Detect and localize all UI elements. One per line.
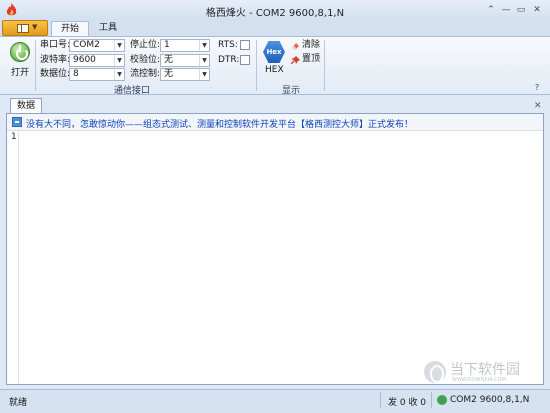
- announcement-icon: [12, 117, 22, 127]
- parity-label: 校验位:: [130, 55, 161, 65]
- line-gutter: [7, 131, 19, 384]
- chevron-down-icon: ▼: [114, 40, 124, 51]
- ribbon-separator: [324, 40, 325, 91]
- ribbon-collapse-button[interactable]: ⌃: [484, 4, 498, 16]
- close-icon[interactable]: ✕: [534, 101, 542, 111]
- hex-button-label[interactable]: HEX: [265, 65, 284, 75]
- ribbon-separator: [35, 40, 36, 91]
- watermark-logo-icon: [424, 361, 446, 383]
- close-button[interactable]: ✕: [530, 4, 544, 16]
- data-panel[interactable]: [6, 113, 544, 385]
- stopbits-label: 停止位:: [130, 40, 161, 50]
- status-separator: [431, 392, 432, 408]
- chevron-down-icon: ▼: [114, 69, 124, 80]
- watermark-url: WWW.DOWNXIA.COM: [452, 377, 506, 383]
- baud-label: 波特率:: [40, 55, 71, 65]
- minimize-button[interactable]: —: [499, 4, 513, 16]
- serial-group-label: 通信接口: [114, 86, 151, 96]
- rts-checkbox[interactable]: [240, 40, 250, 50]
- open-button-label[interactable]: 打开: [11, 65, 29, 78]
- databits-label: 数据位:: [40, 69, 71, 79]
- eraser-icon: [292, 43, 299, 50]
- announcement-link[interactable]: 没有大不同，怎敢惊动你——组态式测试、测量和控制软件开发平台【格西测控大师】正式…: [26, 117, 413, 130]
- ribbon-separator: [256, 40, 257, 91]
- tab-data[interactable]: 数据: [10, 98, 43, 113]
- maximize-button[interactable]: ▭: [514, 4, 528, 16]
- status-ready: 就绪: [9, 398, 28, 408]
- window-title: 格西烽火 - COM2 9600,8,1,N: [205, 8, 345, 19]
- status-separator: [380, 392, 381, 408]
- rts-label: RTS:: [218, 40, 238, 50]
- pin-icon: [291, 56, 300, 64]
- status-port: COM2 9600,8,1,N: [450, 395, 530, 405]
- chevron-down-icon: ▼: [199, 55, 209, 66]
- watermark-text: 当下软件园: [450, 362, 520, 378]
- dtr-checkbox[interactable]: [240, 55, 250, 65]
- port-label: 串口号:: [40, 40, 71, 50]
- stopbits-select[interactable]: 1 ▼: [160, 39, 210, 52]
- status-tx-rx: 发 0 收 0: [388, 398, 427, 408]
- chevron-down-icon: ▼: [114, 55, 124, 66]
- databits-select[interactable]: 8 ▼: [69, 68, 125, 81]
- baud-select[interactable]: 9600 ▼: [69, 54, 125, 67]
- pin-top-button[interactable]: 置顶: [302, 53, 320, 66]
- chevron-down-icon: ▼: [32, 23, 38, 31]
- port-select[interactable]: COM2 ▼: [69, 39, 125, 52]
- connection-icon: [437, 395, 447, 405]
- flow-label: 流控制:: [130, 69, 161, 79]
- help-icon[interactable]: ?: [530, 82, 544, 94]
- app-menu-button[interactable]: ▼: [2, 20, 48, 36]
- line-number: 1: [11, 132, 17, 142]
- watermark: 当下软件园 WWW.DOWNXIA.COM: [424, 361, 546, 387]
- tab-start[interactable]: 开始: [51, 21, 90, 36]
- parity-select[interactable]: 无 ▼: [160, 54, 210, 67]
- dtr-label: DTR:: [218, 55, 240, 65]
- flow-select[interactable]: 无 ▼: [160, 68, 210, 81]
- display-group-label: 显示: [282, 86, 301, 96]
- clear-button[interactable]: 清除: [302, 39, 320, 52]
- chevron-down-icon: ▼: [199, 40, 209, 51]
- power-icon[interactable]: [10, 42, 30, 62]
- document-icon: [17, 24, 29, 33]
- chevron-down-icon: ▼: [199, 69, 209, 80]
- tab-tools[interactable]: 工具: [90, 21, 126, 36]
